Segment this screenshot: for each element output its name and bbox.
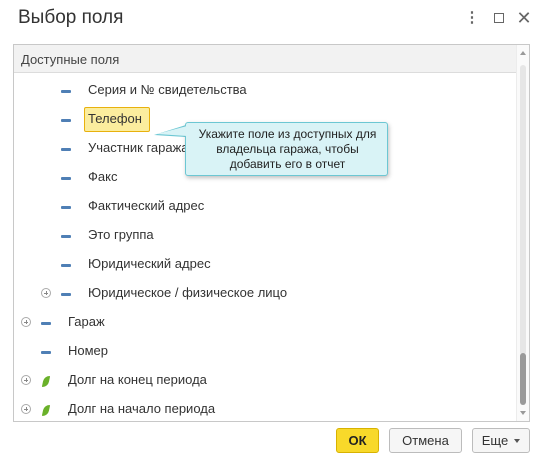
more-actions-icon[interactable]: ⋮ [463, 9, 481, 27]
field-icon [61, 119, 71, 122]
field-icon [61, 148, 71, 151]
tree-item[interactable]: Гараж [14, 308, 518, 337]
tree-item[interactable]: Серия и № свидетельства [14, 76, 518, 105]
tree-item-label: Юридический адрес [88, 256, 211, 271]
tree-item[interactable]: Номер [14, 337, 518, 366]
expand-icon[interactable] [21, 404, 31, 414]
tree-item-label: Юридическое / физическое лицо [88, 285, 288, 300]
ok-button[interactable]: ОК [336, 428, 379, 453]
resource-icon [41, 376, 51, 387]
scroll-up-icon[interactable] [520, 51, 526, 55]
field-icon [61, 206, 71, 209]
field-icon [61, 264, 71, 267]
tooltip-pointer-fill [157, 126, 187, 136]
tree-item[interactable]: Юридическое / физическое лицо [14, 279, 518, 308]
tree-item[interactable]: Юридический адрес [14, 250, 518, 279]
resource-icon [41, 405, 51, 416]
more-button[interactable]: Еще [472, 428, 530, 453]
cancel-button[interactable]: Отмена [389, 428, 462, 453]
maximize-icon[interactable] [490, 9, 508, 27]
field-icon [41, 351, 51, 354]
panel-header-label: Доступные поля [21, 52, 120, 67]
available-fields-panel: Доступные поля Серия и № свидетельства Т… [13, 44, 530, 422]
tree-item[interactable]: Фактический адрес [14, 192, 518, 221]
hint-tooltip: Укажите поле из доступных для владельца … [185, 122, 388, 176]
tree-item-label: Номер [68, 343, 109, 358]
window-title: Выбор поля [18, 7, 124, 28]
tree-item-label: Серия и № свидетельства [88, 82, 247, 97]
expand-icon[interactable] [41, 288, 51, 298]
tree-item[interactable]: Долг на начало периода [14, 395, 518, 421]
vertical-scrollbar[interactable] [516, 45, 529, 421]
tree-item-label: Участник гаража [88, 140, 189, 155]
cancel-button-label: Отмена [402, 433, 449, 448]
tree-item-label: Телефон [88, 111, 142, 126]
chevron-down-icon [514, 438, 521, 443]
tree-item-label: Это группа [88, 227, 154, 242]
panel-header: Доступные поля [14, 45, 518, 73]
expand-icon[interactable] [21, 317, 31, 327]
field-icon [61, 90, 71, 93]
tree-item-label: Факс [88, 169, 118, 184]
tree-item-label: Долг на конец периода [68, 372, 207, 387]
field-icon [61, 177, 71, 180]
field-icon [41, 322, 51, 325]
tree-item-label: Фактический адрес [88, 198, 205, 213]
scroll-down-icon[interactable] [520, 411, 526, 415]
expand-icon[interactable] [21, 375, 31, 385]
scroll-thumb[interactable] [520, 353, 526, 405]
scroll-track[interactable] [520, 65, 526, 355]
tree-item-label: Долг на начало периода [68, 401, 216, 416]
close-icon[interactable]: ✕ [515, 8, 533, 28]
more-button-label: Еще [481, 433, 509, 448]
tree-item[interactable]: Долг на конец периода [14, 366, 518, 395]
tree-item[interactable]: Это группа [14, 221, 518, 250]
tooltip-text: Укажите поле из доступных для владельца … [198, 127, 377, 171]
field-icon [61, 293, 71, 296]
field-icon [61, 235, 71, 238]
ok-button-label: ОК [348, 433, 367, 448]
tree-item-label: Гараж [68, 314, 105, 329]
title-bar: Выбор поля ⋮ ✕ [0, 0, 546, 38]
